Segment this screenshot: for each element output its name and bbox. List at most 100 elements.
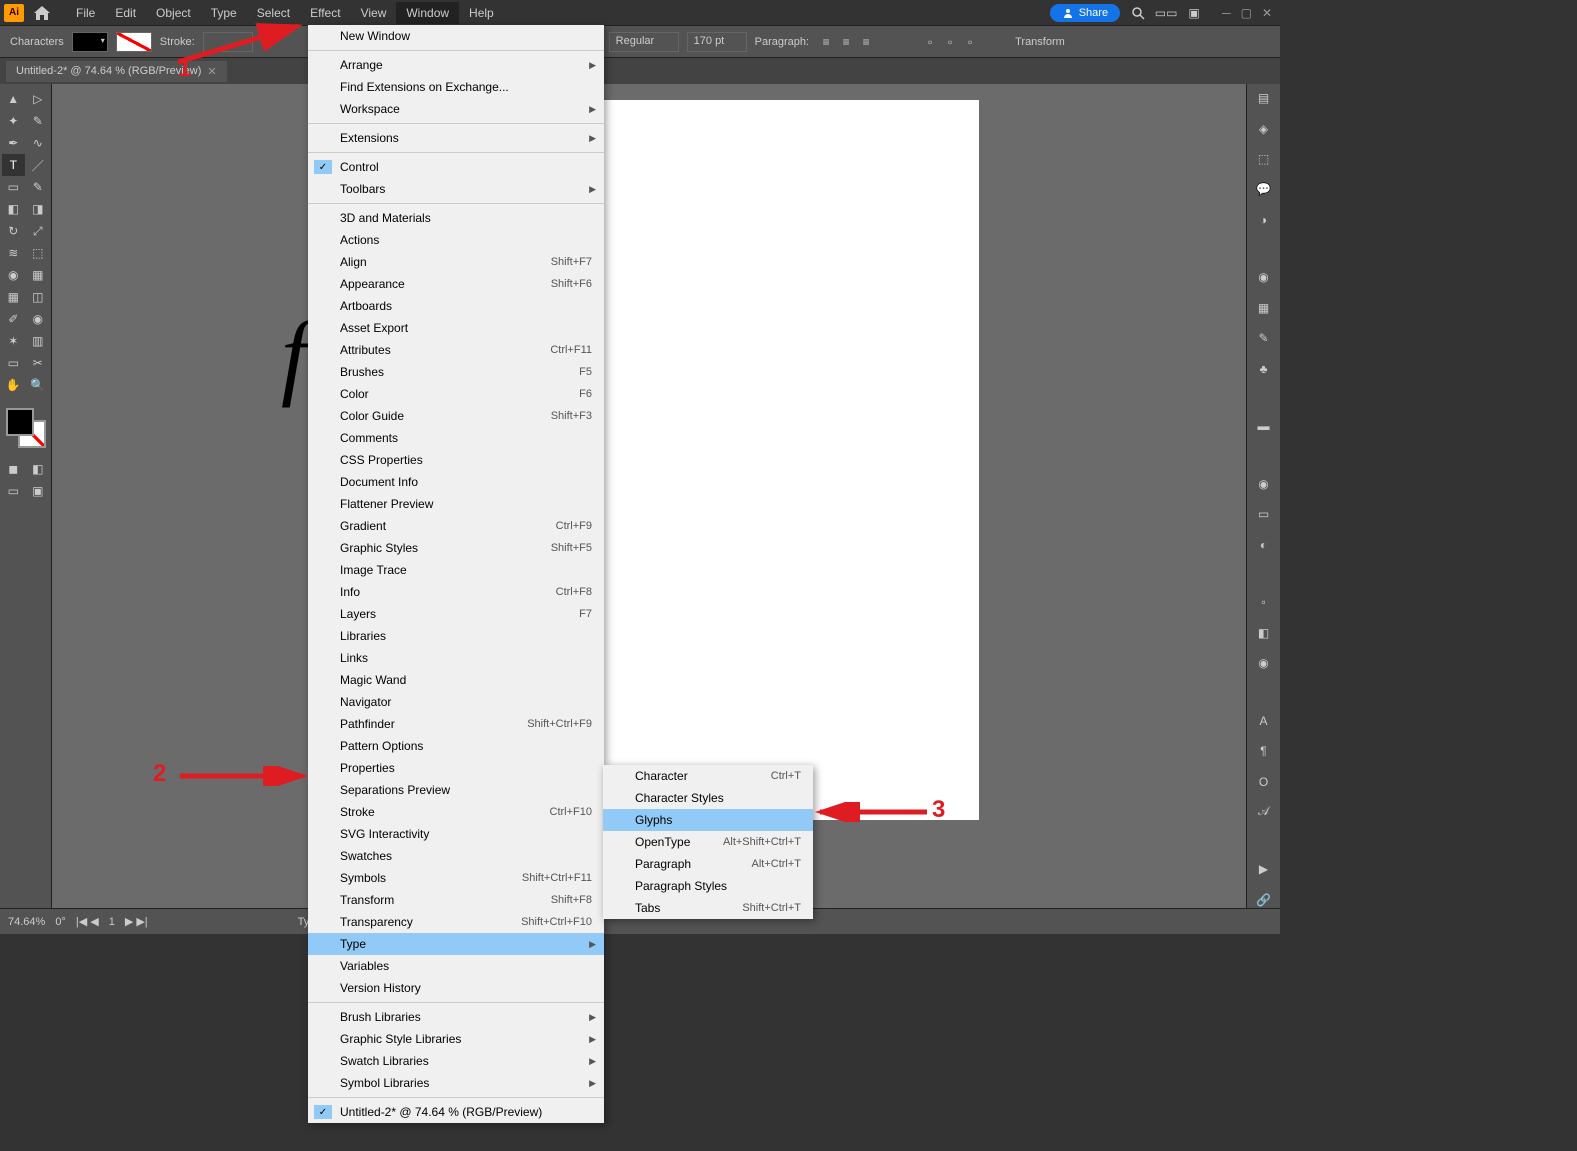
minimize-icon[interactable]: ─ — [1222, 6, 1231, 20]
window-menu-type[interactable]: Type▶ — [308, 933, 604, 955]
version-panel-icon[interactable]: ◑ — [1254, 212, 1274, 228]
pen-tool-icon[interactable]: ✒ — [2, 132, 25, 154]
comments-panel-icon[interactable]: 💬 — [1254, 181, 1274, 197]
window-menu-separations-preview[interactable]: Separations Preview — [308, 779, 604, 801]
color-mode-icon[interactable]: ◼ — [2, 458, 25, 480]
gradient-tool-icon[interactable]: ◫ — [27, 286, 50, 308]
window-menu-navigator[interactable]: Navigator — [308, 691, 604, 713]
menu-help[interactable]: Help — [459, 2, 504, 24]
artboard-nav-next-icon[interactable]: ▶ ▶| — [125, 915, 148, 928]
links-panel-icon[interactable]: 🔗 — [1254, 892, 1274, 908]
obj-align-2-icon[interactable]: ▫ — [941, 33, 959, 51]
window-menu-graphic-styles[interactable]: Graphic StylesShift+F5 — [308, 537, 604, 559]
window-menu-css-properties[interactable]: CSS Properties — [308, 449, 604, 471]
window-menu-libraries[interactable]: Libraries — [308, 625, 604, 647]
pathfinder-panel-icon[interactable]: ◉ — [1254, 655, 1274, 671]
properties-panel-icon[interactable]: ▤ — [1254, 90, 1274, 106]
window-menu-brush-libraries[interactable]: Brush Libraries▶ — [308, 1006, 604, 1028]
draw-mode-icon[interactable]: ▭ — [2, 480, 25, 502]
font-size-dropdown[interactable]: 170 pt — [687, 32, 747, 52]
window-menu-untitled-2-74-64-rgb-preview-[interactable]: ✓Untitled-2* @ 74.64 % (RGB/Preview) — [308, 1101, 604, 1123]
window-menu-transparency[interactable]: TransparencyShift+Ctrl+F10 — [308, 911, 604, 933]
window-menu-arrange[interactable]: Arrange▶ — [308, 54, 604, 76]
window-menu-variables[interactable]: Variables — [308, 955, 604, 977]
swatches-panel-icon[interactable]: ▦ — [1254, 300, 1274, 316]
obj-align-3-icon[interactable]: ▫ — [961, 33, 979, 51]
color-panel-icon[interactable]: ◉ — [1254, 269, 1274, 285]
arrange-icon[interactable]: ▭▭ — [1156, 3, 1176, 23]
window-menu-toolbars[interactable]: Toolbars▶ — [308, 178, 604, 200]
workspace-icon[interactable]: ▣ — [1184, 3, 1204, 23]
shape-builder-tool-icon[interactable]: ◉ — [2, 264, 25, 286]
transparency-panel-icon[interactable]: ◐ — [1254, 536, 1274, 552]
transform-panel-icon[interactable]: ◧ — [1254, 624, 1274, 640]
stroke-panel-icon[interactable]: ▬ — [1254, 418, 1274, 434]
rect-tool-icon[interactable]: ▭ — [2, 176, 25, 198]
paragraph-panel-icon[interactable]: ¶ — [1254, 743, 1274, 759]
align-panel-icon[interactable]: ▫ — [1254, 594, 1274, 610]
close-icon[interactable]: ✕ — [1262, 6, 1272, 20]
window-menu-brushes[interactable]: BrushesF5 — [308, 361, 604, 383]
window-menu-symbol-libraries[interactable]: Symbol Libraries▶ — [308, 1072, 604, 1094]
type-submenu-paragraph[interactable]: ParagraphAlt+Ctrl+T — [603, 853, 813, 875]
share-button[interactable]: Share — [1050, 4, 1120, 22]
appearance-panel-icon[interactable]: ◉ — [1254, 476, 1274, 492]
type-submenu-character[interactable]: CharacterCtrl+T — [603, 765, 813, 787]
obj-align-1-icon[interactable]: ▫ — [921, 33, 939, 51]
window-menu-properties[interactable]: Properties — [308, 757, 604, 779]
fill-swatch[interactable] — [72, 32, 108, 52]
artboard-nav-value[interactable]: 1 — [109, 916, 115, 928]
menu-window[interactable]: Window — [396, 2, 459, 24]
window-menu-info[interactable]: InfoCtrl+F8 — [308, 581, 604, 603]
window-menu-color[interactable]: ColorF6 — [308, 383, 604, 405]
maximize-icon[interactable]: ▢ — [1241, 6, 1252, 20]
eraser-tool-icon[interactable]: ◨ — [27, 198, 50, 220]
screen-mode-icon[interactable]: ▣ — [27, 480, 50, 502]
window-menu-version-history[interactable]: Version History — [308, 977, 604, 999]
window-menu-gradient[interactable]: GradientCtrl+F9 — [308, 515, 604, 537]
window-menu-control[interactable]: ✓Control — [308, 156, 604, 178]
window-menu-asset-export[interactable]: Asset Export — [308, 317, 604, 339]
symbol-sprayer-tool-icon[interactable]: ✶ — [2, 330, 25, 352]
align-center-icon[interactable]: ≡ — [837, 33, 855, 51]
perspective-tool-icon[interactable]: ▦ — [27, 264, 50, 286]
type-submenu-tabs[interactable]: TabsShift+Ctrl+T — [603, 897, 813, 919]
glyphs-panel-icon[interactable]: 𝒜 — [1254, 804, 1274, 820]
character-panel-icon[interactable]: A — [1254, 712, 1274, 728]
align-left-icon[interactable]: ≡ — [817, 33, 835, 51]
gradient-mode-icon[interactable]: ◧ — [27, 458, 50, 480]
eyedropper-tool-icon[interactable]: ✐ — [2, 308, 25, 330]
window-menu-comments[interactable]: Comments — [308, 427, 604, 449]
window-menu-find-extensions-on-exchange-[interactable]: Find Extensions on Exchange... — [308, 76, 604, 98]
home-icon[interactable] — [30, 6, 54, 20]
window-menu-swatch-libraries[interactable]: Swatch Libraries▶ — [308, 1050, 604, 1072]
menu-select[interactable]: Select — [247, 2, 300, 24]
curvature-tool-icon[interactable]: ∿ — [27, 132, 50, 154]
type-submenu-opentype[interactable]: OpenTypeAlt+Shift+Ctrl+T — [603, 831, 813, 853]
blend-tool-icon[interactable]: ◉ — [27, 308, 50, 330]
window-menu-svg-interactivity[interactable]: SVG Interactivity — [308, 823, 604, 845]
window-menu-stroke[interactable]: StrokeCtrl+F10 — [308, 801, 604, 823]
window-menu-align[interactable]: AlignShift+F7 — [308, 251, 604, 273]
window-menu-transform[interactable]: TransformShift+F8 — [308, 889, 604, 911]
mesh-tool-icon[interactable]: ▦ — [2, 286, 25, 308]
window-menu-flattener-preview[interactable]: Flattener Preview — [308, 493, 604, 515]
window-menu-3d-and-materials[interactable]: 3D and Materials — [308, 207, 604, 229]
opentype-panel-icon[interactable]: O — [1254, 773, 1274, 789]
lasso-tool-icon[interactable]: ✎ — [27, 110, 50, 132]
selection-tool-icon[interactable]: ▲ — [2, 88, 25, 110]
artboard-nav-prev-icon[interactable]: |◀ ◀ — [76, 915, 99, 928]
width-tool-icon[interactable]: ≋ — [2, 242, 25, 264]
window-menu-layers[interactable]: LayersF7 — [308, 603, 604, 625]
window-menu-new-window[interactable]: New Window — [308, 25, 604, 47]
brush-tool-icon[interactable]: ✎ — [27, 176, 50, 198]
artboard-tool-icon[interactable]: ▭ — [2, 352, 25, 374]
hand-tool-icon[interactable]: ✋ — [2, 374, 25, 396]
menu-type[interactable]: Type — [201, 2, 247, 24]
window-menu-links[interactable]: Links — [308, 647, 604, 669]
window-menu-actions[interactable]: Actions — [308, 229, 604, 251]
window-menu-document-info[interactable]: Document Info — [308, 471, 604, 493]
window-menu-artboards[interactable]: Artboards — [308, 295, 604, 317]
graphic-styles-panel-icon[interactable]: ▭ — [1254, 506, 1274, 522]
window-menu-swatches[interactable]: Swatches — [308, 845, 604, 867]
